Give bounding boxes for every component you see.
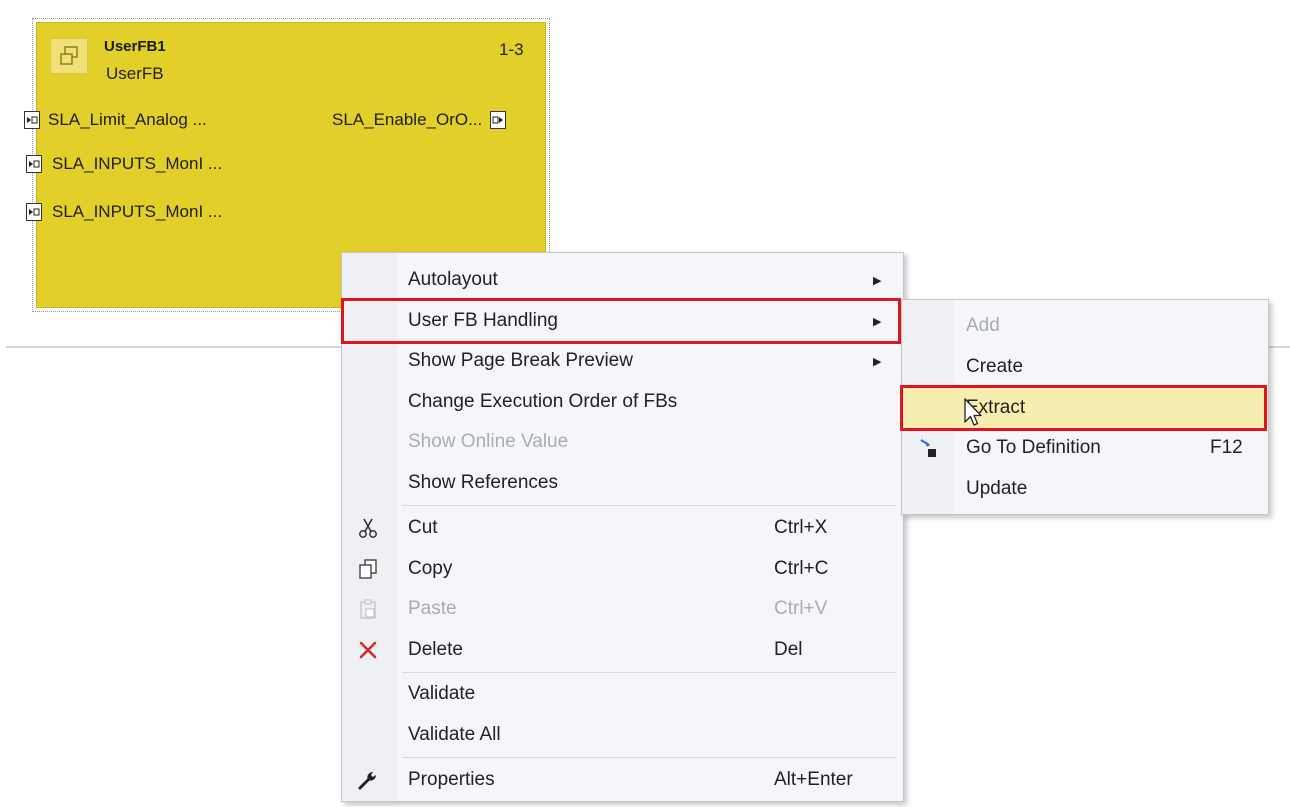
input-port-icon [26, 203, 42, 221]
paste-icon [356, 597, 380, 621]
submenu-item-label: Update [966, 478, 1028, 499]
menu-item-change-execution-order[interactable]: Change Execution Order of FBs [342, 382, 903, 422]
menu-item-show-online-value[interactable]: Show Online Value [342, 422, 903, 462]
submenu-item-create[interactable]: Create [902, 347, 1268, 387]
menu-item-shortcut: Ctrl+C [774, 558, 829, 579]
mouse-pointer-icon [964, 398, 982, 426]
menu-item-shortcut: Ctrl+V [774, 598, 828, 619]
menu-item-validate[interactable]: Validate [342, 674, 903, 714]
output-port-icon [490, 111, 507, 129]
menu-item-delete[interactable]: Delete Del [342, 630, 903, 670]
submenu-item-label: Create [966, 356, 1024, 377]
input-port-icon [26, 155, 42, 173]
menu-item-properties[interactable]: Properties Alt+Enter [342, 760, 903, 800]
output-port-label: SLA_Enable_OrO... [332, 110, 483, 129]
function-block-icon [50, 38, 88, 74]
go-to-definition-icon [916, 436, 940, 460]
delete-x-icon [356, 638, 380, 662]
input-port-label: SLA_Limit_Analog ... [48, 110, 207, 129]
input-port-label: SLA_INPUTS_MonI ... [52, 202, 223, 221]
menu-separator [402, 757, 896, 758]
menu-item-shortcut: Del [774, 639, 803, 660]
menu-item-copy[interactable]: Copy Ctrl+C [342, 549, 903, 589]
menu-item-label: Paste [408, 598, 457, 619]
input-port-label: SLA_INPUTS_MonI ... [52, 154, 223, 173]
submenu-item-label: Add [966, 315, 1000, 336]
menu-item-paste[interactable]: Paste Ctrl+V [342, 589, 903, 629]
diagram-canvas[interactable]: UserFB1 UserFB 1-3 SLA_Limit_Analog ... … [0, 0, 1290, 807]
menu-item-label: Delete [408, 639, 463, 660]
menu-item-label: Copy [408, 558, 453, 579]
menu-item-cut[interactable]: Cut Ctrl+X [342, 508, 903, 548]
submenu-item-extract[interactable]: Extract [902, 388, 1268, 428]
menu-item-label: Validate All [408, 724, 501, 745]
menu-item-autolayout[interactable]: Autolayout ▶ [342, 260, 903, 300]
menu-item-label: Show Online Value [408, 431, 569, 452]
menu-item-label: Cut [408, 517, 438, 538]
fb-output-port[interactable]: SLA_Enable_OrO... [332, 108, 507, 132]
submenu-item-label: Go To Definition [966, 437, 1101, 458]
submenu-item-shortcut: F12 [1210, 437, 1243, 458]
menu-item-label: User FB Handling [408, 310, 558, 331]
menu-item-validate-all[interactable]: Validate All [342, 715, 903, 755]
submenu-arrow-icon: ▶ [873, 274, 882, 287]
menu-item-label: Show Page Break Preview [408, 350, 633, 371]
menu-item-user-fb-handling[interactable]: User FB Handling ▶ [342, 301, 903, 341]
menu-item-label: Validate [408, 683, 476, 704]
menu-item-show-page-break-preview[interactable]: Show Page Break Preview ▶ [342, 341, 903, 381]
fb-input-port[interactable]: SLA_INPUTS_MonI ... [26, 152, 222, 176]
fb-type-name: UserFB [106, 64, 164, 83]
menu-item-label: Autolayout [408, 269, 498, 290]
menu-separator [402, 505, 896, 506]
menu-separator [402, 672, 896, 673]
fb-execution-order: 1-3 [499, 40, 524, 59]
submenu-item-update[interactable]: Update [902, 469, 1268, 509]
menu-item-label: Change Execution Order of FBs [408, 391, 678, 412]
submenu-item-add[interactable]: Add [902, 306, 1268, 346]
menu-item-label: Show References [408, 472, 558, 493]
copy-icon [356, 557, 380, 581]
menu-item-shortcut: Ctrl+X [774, 517, 828, 538]
user-fb-handling-submenu: Add Create Extract Go To Definition F12 … [901, 299, 1269, 515]
submenu-item-go-to-definition[interactable]: Go To Definition F12 [902, 428, 1268, 468]
input-port-icon [24, 111, 40, 129]
submenu-arrow-icon: ▶ [873, 355, 882, 368]
wrench-icon [356, 768, 380, 792]
submenu-arrow-icon: ▶ [873, 315, 882, 328]
fb-input-port[interactable]: SLA_INPUTS_MonI ... [26, 200, 222, 224]
menu-item-show-references[interactable]: Show References [342, 463, 903, 503]
fb-instance-name: UserFB1 [104, 38, 166, 55]
menu-item-label: Properties [408, 769, 495, 790]
menu-item-shortcut: Alt+Enter [774, 769, 853, 790]
scissors-icon [356, 516, 380, 540]
fb-input-port[interactable]: SLA_Limit_Analog ... [24, 108, 207, 132]
context-menu: Autolayout ▶ User FB Handling ▶ Show Pag… [341, 252, 904, 802]
